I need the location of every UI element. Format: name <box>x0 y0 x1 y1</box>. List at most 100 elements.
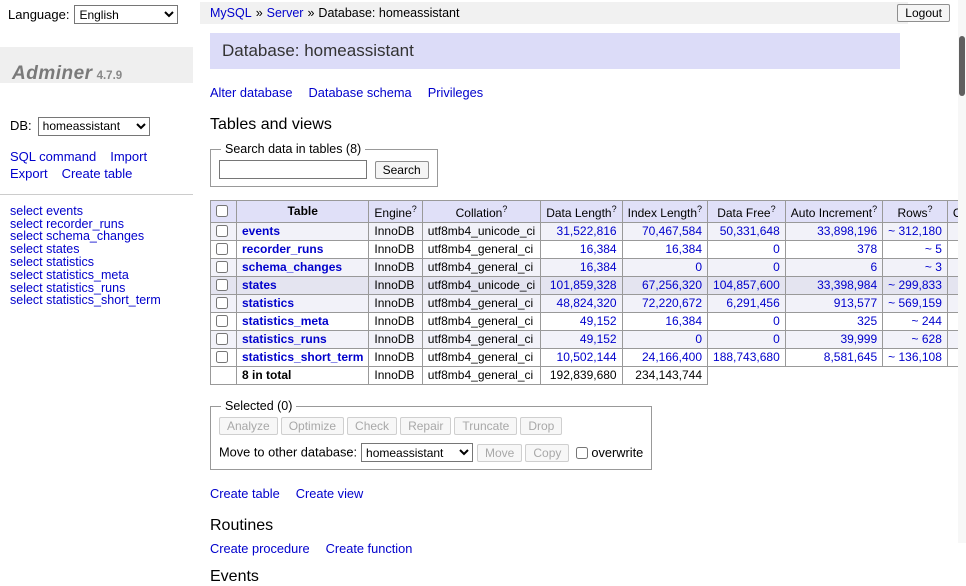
auto-increment-link[interactable]: 913,577 <box>834 296 877 310</box>
data-free-link[interactable]: 188,743,680 <box>713 350 780 364</box>
help-icon[interactable]: ? <box>612 204 617 214</box>
auto-increment-link[interactable]: 8,581,645 <box>824 350 877 364</box>
row-checkbox-statistics-runs[interactable] <box>216 333 228 345</box>
help-icon[interactable]: ? <box>502 204 507 214</box>
index-length-link[interactable]: 72,220,672 <box>642 296 702 310</box>
index-length-link[interactable]: 16,384 <box>665 242 702 256</box>
table-link-states[interactable]: states <box>242 278 277 292</box>
overwrite-checkbox[interactable] <box>576 447 588 459</box>
rows-link-statistics-short-term[interactable]: ~ 136,108 <box>888 350 942 364</box>
data-length-link[interactable]: 10,502,144 <box>557 350 617 364</box>
row-checkbox-states[interactable] <box>216 279 228 291</box>
sidebar-link-select-statistics-meta[interactable]: select statistics_meta <box>10 269 183 282</box>
row-checkbox-statistics-meta[interactable] <box>216 315 228 327</box>
index-length-link[interactable]: 0 <box>695 260 702 274</box>
routine-link-create-function[interactable]: Create function <box>326 541 413 556</box>
rows-link-statistics-runs[interactable]: ~ 628 <box>912 332 942 346</box>
index-length-link[interactable]: 24,166,400 <box>642 350 702 364</box>
data-free-link[interactable]: 0 <box>773 332 780 346</box>
column-header-index-length[interactable]: Index Length? <box>622 201 707 223</box>
rows-link-statistics[interactable]: ~ 569,159 <box>888 296 942 310</box>
truncate-button[interactable]: Truncate <box>454 417 517 435</box>
table-link-statistics-short-term[interactable]: statistics_short_term <box>242 350 363 364</box>
data-free-link[interactable]: 0 <box>773 260 780 274</box>
check-button[interactable]: Check <box>347 417 397 435</box>
sidebar-action-export[interactable]: Export <box>10 165 48 182</box>
help-icon[interactable]: ? <box>872 204 877 214</box>
data-free-link[interactable]: 6,291,456 <box>726 296 779 310</box>
sidebar-action-import[interactable]: Import <box>110 148 147 165</box>
column-header-auto-increment[interactable]: Auto Increment? <box>785 201 882 223</box>
auto-increment-link[interactable]: 39,999 <box>840 332 877 346</box>
sidebar-link-select-statistics-short-term[interactable]: select statistics_short_term <box>10 294 183 307</box>
move-button[interactable]: Move <box>477 444 522 462</box>
data-free-link[interactable]: 50,331,648 <box>720 224 780 238</box>
database-link-privileges[interactable]: Privileges <box>428 85 483 100</box>
auto-increment-link[interactable]: 33,398,984 <box>817 278 877 292</box>
rows-link-schema-changes[interactable]: ~ 3 <box>925 260 942 274</box>
column-header-collation[interactable]: Collation? <box>422 201 540 223</box>
table-link-schema-changes[interactable]: schema_changes <box>242 260 342 274</box>
data-length-link[interactable]: 16,384 <box>580 260 617 274</box>
data-length-link[interactable]: 101,859,328 <box>550 278 617 292</box>
select-all-checkbox[interactable] <box>216 205 228 217</box>
sidebar-action-sql-command[interactable]: SQL command <box>10 148 96 165</box>
table-link-statistics[interactable]: statistics <box>242 296 294 310</box>
column-header-data-length[interactable]: Data Length? <box>541 201 622 223</box>
data-length-link[interactable]: 16,384 <box>580 242 617 256</box>
column-header-data-free[interactable]: Data Free? <box>708 201 786 223</box>
create-link-create-table[interactable]: Create table <box>210 486 280 501</box>
auto-increment-link[interactable]: 378 <box>857 242 877 256</box>
auto-increment-link[interactable]: 6 <box>870 260 877 274</box>
index-length-link[interactable]: 16,384 <box>665 314 702 328</box>
rows-link-states[interactable]: ~ 299,833 <box>888 278 942 292</box>
app-name-link[interactable]: Adminer <box>12 63 93 84</box>
index-length-link[interactable]: 67,256,320 <box>642 278 702 292</box>
logout-button[interactable]: Logout <box>897 4 950 22</box>
column-header-rows[interactable]: Rows? <box>883 201 948 223</box>
row-checkbox-statistics-short-term[interactable] <box>216 351 228 363</box>
create-link-create-view[interactable]: Create view <box>296 486 364 501</box>
column-header-engine[interactable]: Engine? <box>369 201 422 223</box>
row-checkbox-recorder-runs[interactable] <box>216 243 228 255</box>
help-icon[interactable]: ? <box>771 204 776 214</box>
row-checkbox-events[interactable] <box>216 225 228 237</box>
drop-button[interactable]: Drop <box>520 417 562 435</box>
index-length-link[interactable]: 70,467,584 <box>642 224 702 238</box>
sidebar-action-create-table[interactable]: Create table <box>62 165 133 182</box>
search-input[interactable] <box>219 160 367 179</box>
page-scrollbar[interactable] <box>958 0 966 543</box>
language-select[interactable]: English <box>74 5 178 24</box>
row-checkbox-schema-changes[interactable] <box>216 261 228 273</box>
breadcrumb-link-mysql[interactable]: MySQL <box>210 6 252 20</box>
rows-link-events[interactable]: ~ 312,180 <box>888 224 942 238</box>
database-link-alter-database[interactable]: Alter database <box>210 85 293 100</box>
column-header-table[interactable]: Table <box>237 201 369 223</box>
rows-link-recorder-runs[interactable]: ~ 5 <box>925 242 942 256</box>
data-free-link[interactable]: 104,857,600 <box>713 278 780 292</box>
data-length-link[interactable]: 31,522,816 <box>557 224 617 238</box>
scrollbar-thumb[interactable] <box>959 36 965 96</box>
help-icon[interactable]: ? <box>928 204 933 214</box>
table-link-statistics-meta[interactable]: statistics_meta <box>242 314 329 328</box>
auto-increment-link[interactable]: 325 <box>857 314 877 328</box>
optimize-button[interactable]: Optimize <box>281 417 344 435</box>
analyze-button[interactable]: Analyze <box>219 417 278 435</box>
data-free-link[interactable]: 0 <box>773 314 780 328</box>
search-button[interactable]: Search <box>375 161 429 179</box>
row-checkbox-statistics[interactable] <box>216 297 228 309</box>
db-select[interactable]: homeassistant <box>38 117 150 136</box>
table-link-recorder-runs[interactable]: recorder_runs <box>242 242 323 256</box>
table-link-statistics-runs[interactable]: statistics_runs <box>242 332 327 346</box>
data-free-link[interactable]: 0 <box>773 242 780 256</box>
help-icon[interactable]: ? <box>697 204 702 214</box>
rows-link-statistics-meta[interactable]: ~ 244 <box>912 314 942 328</box>
data-length-link[interactable]: 49,152 <box>580 314 617 328</box>
breadcrumb-link-server[interactable]: Server <box>267 6 304 20</box>
index-length-link[interactable]: 0 <box>695 332 702 346</box>
database-link-database-schema[interactable]: Database schema <box>309 85 412 100</box>
routine-link-create-procedure[interactable]: Create procedure <box>210 541 310 556</box>
table-link-events[interactable]: events <box>242 224 280 238</box>
repair-button[interactable]: Repair <box>400 417 451 435</box>
copy-button[interactable]: Copy <box>525 444 569 462</box>
